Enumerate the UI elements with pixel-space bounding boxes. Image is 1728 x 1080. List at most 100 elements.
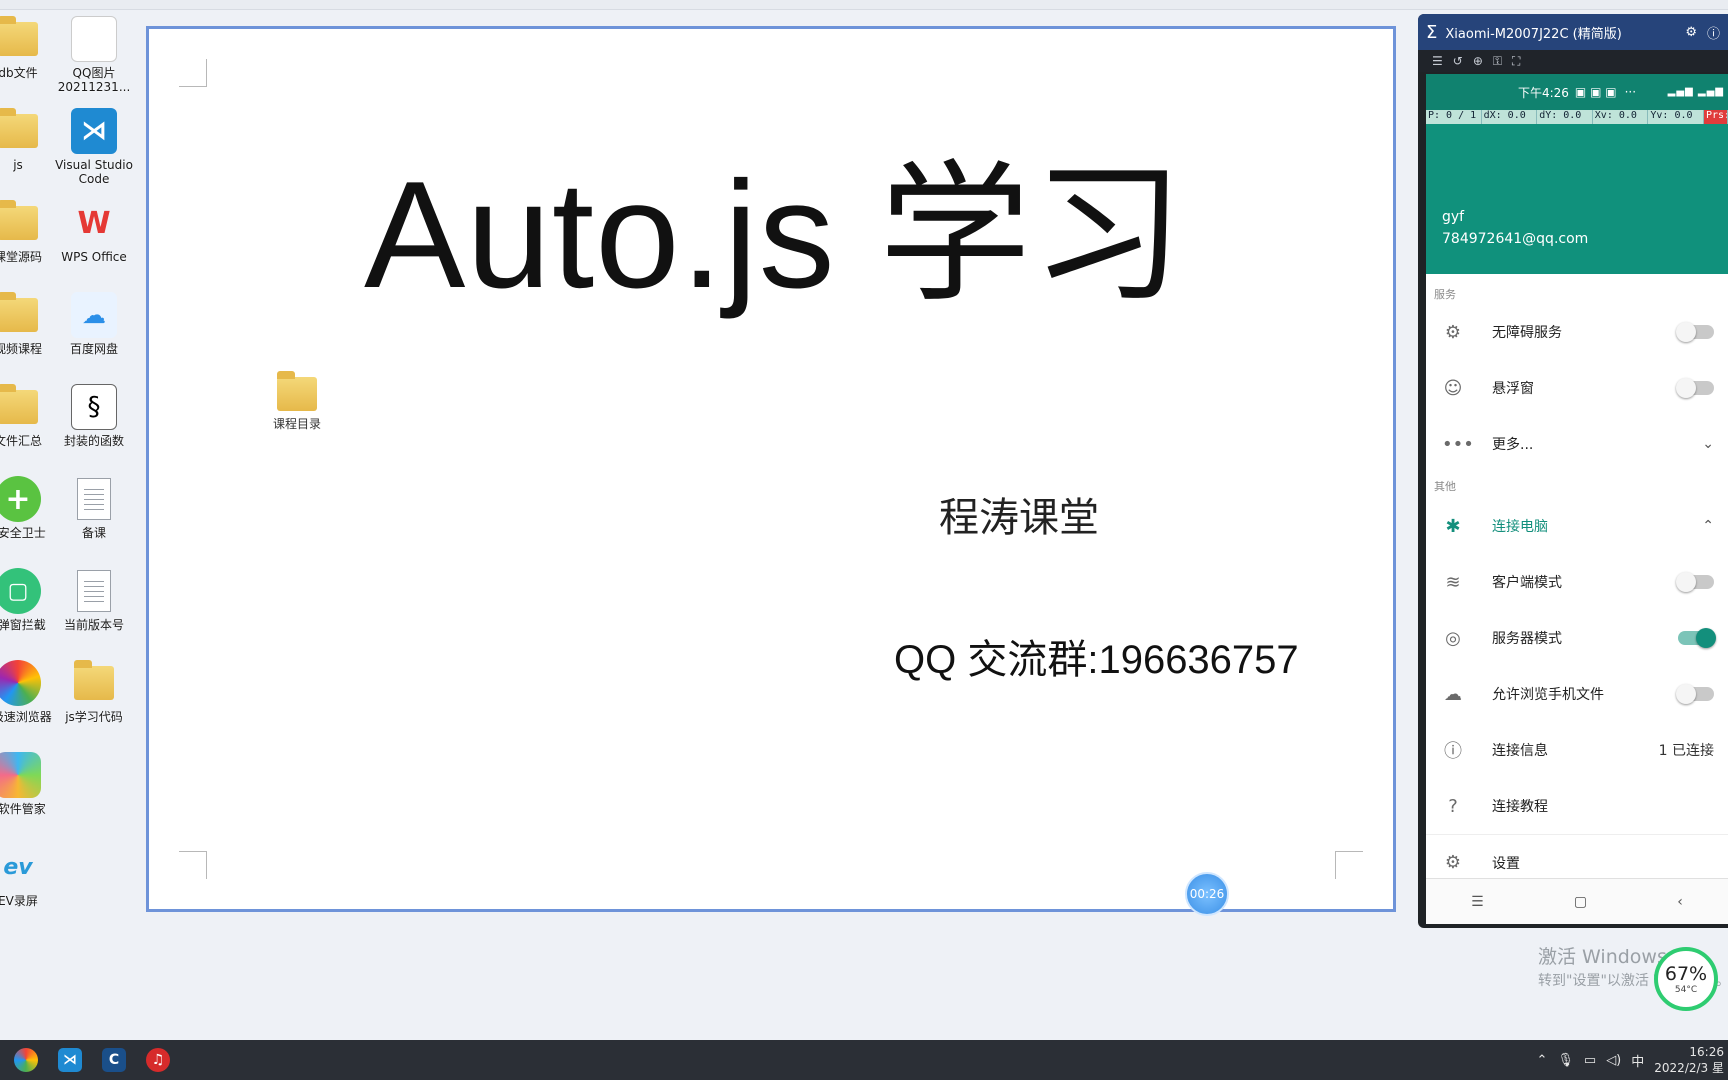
browser-icon xyxy=(0,660,41,706)
folder-icon xyxy=(277,371,317,411)
folder-icon xyxy=(0,200,38,240)
recording-timer[interactable]: 00:26 xyxy=(1185,872,1229,916)
system-tray: ⌃ 🎙︎ ▭ ◁) 中 16:26 2022/2/3 星 xyxy=(1536,1040,1728,1080)
desktop-icon-functions-script[interactable]: § 封装的函数 xyxy=(52,384,136,448)
phone-status-bar: 下午4:26 ▣ ▣ ▣ ··· ▂▄▆ ▂▄▆ xyxy=(1426,74,1728,110)
desktop-icon-version-doc[interactable]: 当前版本号 xyxy=(52,568,136,632)
desktop-icon-wps[interactable]: W WPS Office xyxy=(52,200,136,265)
wifi-icon: ≋ xyxy=(1445,571,1461,593)
profile-name: gyf xyxy=(1442,209,1465,225)
signal-icon: ▂▄▆ ▂▄▆ xyxy=(1667,86,1724,97)
software-manager-icon xyxy=(0,752,41,798)
smiley-icon: ☺ xyxy=(1443,377,1463,399)
fullscreen-icon[interactable]: ⛶ xyxy=(1512,54,1520,69)
menu-row-more[interactable]: ••• 更多... ⌄ xyxy=(1426,416,1728,472)
zoom-icon[interactable]: ⊕ xyxy=(1473,54,1483,68)
menu-row-connection-info[interactable]: ⓘ 连接信息 1 已连接 xyxy=(1426,722,1728,778)
gear-icon[interactable]: ⚙ xyxy=(1685,25,1697,40)
folder-icon xyxy=(74,660,114,700)
performance-widget[interactable]: 67% 54°C xyxy=(1654,947,1718,1011)
client-mode-toggle[interactable] xyxy=(1676,572,1714,592)
desktop-icon-source-folder[interactable]: 课堂源码 xyxy=(0,200,60,264)
back-icon[interactable]: ‹ xyxy=(1677,894,1683,910)
document-icon xyxy=(77,570,111,612)
ime-indicator[interactable]: 中 xyxy=(1631,1051,1644,1070)
rotate-icon[interactable]: ↺ xyxy=(1453,54,1463,68)
slide-qq-group: QQ 交流群:196636757 xyxy=(894,638,1299,682)
desktop-icon-video-folder[interactable]: 视频课程 xyxy=(0,292,60,356)
chevron-down-icon: ⌄ xyxy=(1702,436,1714,452)
presentation-slide: Auto.js 学习 课程目录 程涛课堂 QQ 交流群:196636757 00… xyxy=(146,26,1513,916)
taskbar-clock[interactable]: 16:26 2022/2/3 星 xyxy=(1654,1044,1724,1076)
desktop-icon-baidu-pan[interactable]: ☁ 百度网盘 xyxy=(52,292,136,356)
desktop-icon-360-guard[interactable]: + 0安全卫士 xyxy=(0,476,60,540)
desktop-icon-prep-doc[interactable]: 备课 xyxy=(52,476,136,540)
bug-icon: ✱ xyxy=(1445,515,1461,537)
wps-icon: W xyxy=(77,205,111,241)
mirror-toolbar: ☰ ↺ ⊕ ⚿ ⛶ xyxy=(1418,50,1728,72)
tray-expand-icon[interactable]: ⌃ xyxy=(1536,1053,1547,1068)
server-mode-toggle[interactable] xyxy=(1678,628,1716,648)
menu-row-server-mode[interactable]: ◎ 服务器模式 xyxy=(1426,610,1728,666)
volume-icon[interactable]: ◁) xyxy=(1606,1053,1621,1068)
desktop-icon-software-manager[interactable]: 0软件管家 xyxy=(0,752,60,816)
section-other: 其他 xyxy=(1434,480,1456,493)
folder-icon xyxy=(0,16,38,56)
desktop-icon-js-code-folder[interactable]: js学习代码 xyxy=(52,660,136,724)
image-file-icon xyxy=(71,16,117,62)
info-icon[interactable]: ⓘ xyxy=(1707,23,1720,42)
popup-block-icon: ▢ xyxy=(0,568,41,614)
slide-corner-mark xyxy=(179,59,207,87)
info-icon: ⓘ xyxy=(1444,741,1462,762)
cloud-download-icon: ☁ xyxy=(1444,683,1462,705)
script-icon: § xyxy=(71,384,117,430)
menu-row-floating-window[interactable]: ☺ 悬浮窗 xyxy=(1426,360,1728,416)
drawer-profile-header[interactable]: gyf 784972641@qq.com xyxy=(1426,124,1728,274)
list-icon[interactable]: ☰ xyxy=(1432,54,1443,68)
slide-corner-mark xyxy=(179,851,207,879)
notification-icons: ▣ ▣ ▣ xyxy=(1574,85,1617,99)
desktop-icon-summary-folder[interactable]: 文件汇总 xyxy=(0,384,60,448)
microphone-icon[interactable]: 🎙︎ xyxy=(1557,1053,1574,1068)
menu-icon[interactable]: ☰ xyxy=(1471,894,1484,910)
browser-icon xyxy=(14,1048,38,1072)
network-icon[interactable]: ▭ xyxy=(1584,1053,1596,1068)
drawer-menu: 服务 ⚙ 无障碍服务 ☺ 悬浮窗 ••• 更多... ⌄ 其他 ✱ 连接电脑 ⌃ xyxy=(1426,274,1728,890)
floating-window-toggle[interactable] xyxy=(1676,378,1714,398)
taskbar-netease-music[interactable]: ♫ xyxy=(140,1044,176,1076)
help-icon: ? xyxy=(1448,795,1458,817)
desktop-icon-ev-recorder[interactable]: ev EV录屏 xyxy=(0,844,60,909)
broadcast-icon: ◎ xyxy=(1445,627,1461,649)
plus-shield-icon: + xyxy=(0,476,41,522)
taskbar-browser[interactable] xyxy=(8,1044,44,1076)
windows-taskbar: ⋊ C ♫ ⌃ 🎙︎ ▭ ◁) 中 16:26 2022/2/3 星 xyxy=(0,1040,1728,1080)
desktop-icon-fast-browser[interactable]: 0极速浏览器 xyxy=(0,660,60,724)
slide-title: Auto.js 学习 xyxy=(364,150,1185,320)
menu-row-connect-pc[interactable]: ✱ 连接电脑 ⌃ xyxy=(1426,498,1728,554)
desktop-icon-qq-image[interactable]: QQ图片20211231... xyxy=(52,16,136,94)
desktop-icon-js-folder[interactable]: js xyxy=(0,108,60,172)
home-square-icon[interactable]: ▢ xyxy=(1574,894,1587,910)
browse-files-toggle[interactable] xyxy=(1676,684,1714,704)
taskbar-vscode[interactable]: ⋊ xyxy=(52,1044,88,1076)
desktop-icons: db文件 QQ图片20211231... js ⋊ Visual Studio … xyxy=(0,10,150,1040)
accessibility-toggle[interactable] xyxy=(1676,322,1714,342)
menu-row-tutorial[interactable]: ? 连接教程 xyxy=(1426,778,1728,834)
phone-screen: 下午4:26 ▣ ▣ ▣ ··· ▂▄▆ ▂▄▆ P: 0 / 1 dX: 0.… xyxy=(1426,74,1728,924)
desktop-icon-db-folder[interactable]: db文件 xyxy=(0,16,60,80)
menu-row-accessibility[interactable]: ⚙ 无障碍服务 xyxy=(1426,304,1728,360)
slide-folder-course-list[interactable]: 课程目录 xyxy=(267,371,327,432)
top-window-strip xyxy=(0,0,1728,10)
sigma-logo-icon: Σ xyxy=(1426,21,1438,43)
desktop-icon-vscode[interactable]: ⋊ Visual Studio Code xyxy=(52,108,136,186)
menu-row-client-mode[interactable]: ≋ 客户端模式 xyxy=(1426,554,1728,610)
chevron-up-icon: ⌃ xyxy=(1702,518,1714,534)
vscode-icon: ⋊ xyxy=(71,108,117,154)
taskbar-editor[interactable]: C xyxy=(96,1044,132,1076)
desktop-icon-popup-blocker[interactable]: ▢ 0弹窗拦截 xyxy=(0,568,60,632)
folder-icon xyxy=(0,292,38,332)
mirror-title-bar: Σ Xiaomi-M2007J22C (精简版) ⚙ ⓘ xyxy=(1418,14,1728,50)
slide-subtitle: 程涛课堂 xyxy=(939,495,1099,541)
menu-row-browse-files[interactable]: ☁ 允许浏览手机文件 xyxy=(1426,666,1728,722)
key-icon[interactable]: ⚿ xyxy=(1493,54,1502,69)
